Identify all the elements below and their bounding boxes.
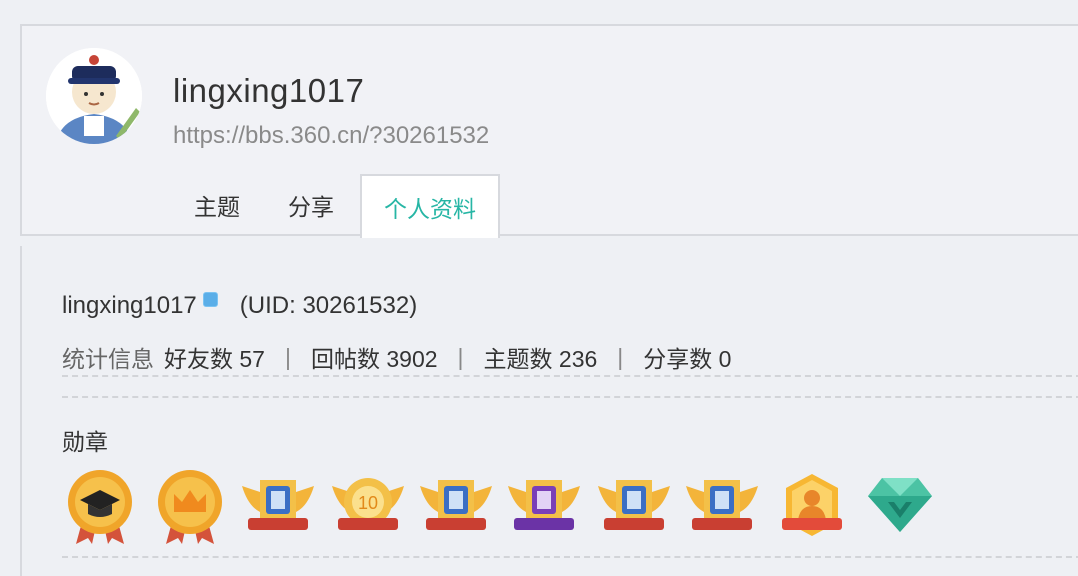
stats-label: 统计信息	[62, 346, 154, 372]
shares-count[interactable]: 分享数 0	[643, 340, 731, 374]
shield-person-badge-icon[interactable]	[772, 466, 852, 546]
stats-separator: |	[617, 343, 624, 370]
friends-count[interactable]: 好友数 57	[164, 340, 265, 374]
crown-medal-icon[interactable]	[150, 466, 230, 546]
avatar[interactable]	[46, 48, 142, 144]
winged-badge-gold-icon[interactable]: 10	[328, 466, 408, 546]
diamond-icon[interactable]	[860, 466, 940, 546]
tab-shares[interactable]: 分享	[270, 174, 352, 236]
replies-count[interactable]: 回帖数 3902	[311, 340, 438, 374]
tab-profile[interactable]: 个人资料	[360, 174, 500, 238]
divider	[62, 556, 1078, 558]
stats-line: 统计信息 好友数 57 | 回帖数 3902 | 主题数 236 | 分享数 0	[62, 340, 731, 374]
topics-count[interactable]: 主题数 236	[484, 340, 598, 374]
avatar-image	[46, 48, 142, 144]
stats-separator: |	[457, 343, 464, 370]
winged-badge-blue-icon[interactable]	[594, 466, 674, 546]
winged-badge-blue-icon[interactable]	[416, 466, 496, 546]
info-username: lingxing1017	[62, 292, 197, 319]
user-uid: (UID: 30261532)	[239, 292, 418, 319]
divider	[62, 396, 1078, 398]
winged-badge-purple-icon[interactable]	[504, 466, 584, 546]
graduation-cap-medal-icon[interactable]	[60, 466, 140, 546]
divider	[62, 375, 1078, 377]
winged-badge-blue-icon[interactable]	[238, 466, 318, 546]
verified-icon	[202, 291, 218, 307]
medal-list: 10	[60, 466, 960, 546]
tab-topics[interactable]: 主题	[176, 174, 258, 236]
svg-text:10: 10	[358, 493, 378, 513]
medals-title: 勋章	[62, 429, 108, 455]
winged-badge-blue-icon[interactable]	[682, 466, 762, 546]
stats-separator: |	[284, 343, 291, 370]
profile-url[interactable]: https://bbs.360.cn/?30261532	[173, 122, 489, 150]
user-info-line: lingxing1017 (UID: 30261532)	[62, 291, 418, 320]
profile-username: lingxing1017	[173, 72, 365, 109]
